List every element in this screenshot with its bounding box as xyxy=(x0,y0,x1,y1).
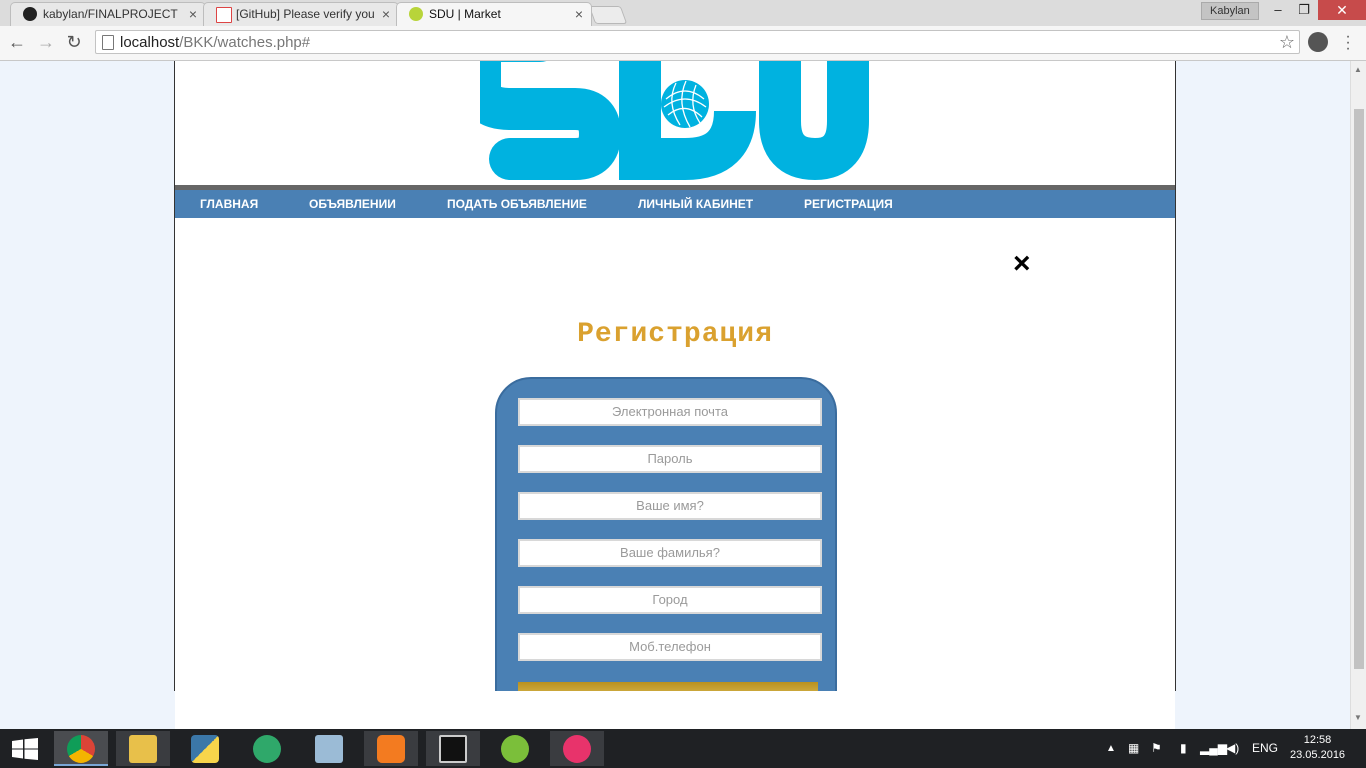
profile-button[interactable]: Kabylan xyxy=(1201,2,1259,20)
clock-time: 12:58 xyxy=(1303,734,1332,746)
browser-toolbar: ← → ↻ localhost/BKK/watches.php# ☆ · · · xyxy=(0,26,1366,61)
taskbar-terminal[interactable] xyxy=(426,731,480,766)
nav-post-ad[interactable]: ПОДАТЬ ОБЪЯВЛЕНИЕ xyxy=(447,190,587,218)
windows-start-icon[interactable] xyxy=(12,738,38,760)
android-studio-icon xyxy=(501,735,529,763)
file-explorer-icon xyxy=(129,735,157,763)
calculator-icon xyxy=(315,735,343,763)
tab-title: SDU | Market xyxy=(429,7,501,21)
tray-battery-icon[interactable]: ▮ xyxy=(1180,729,1187,768)
tab-title: kabylan/FINALPROJECT xyxy=(43,7,178,21)
nav-home[interactable]: ГЛАВНАЯ xyxy=(200,190,258,218)
page-viewport: ГЛАВНАЯ ОБЪЯВЛЕНИИ ПОДАТЬ ОБЪЯВЛЕНИЕ ЛИЧ… xyxy=(0,61,1350,729)
tray-flag-icon[interactable]: ⚑ xyxy=(1151,729,1162,768)
taskbar-explorer[interactable] xyxy=(116,731,170,766)
taskbar-flickr[interactable] xyxy=(550,731,604,766)
reload-icon[interactable]: ↻ xyxy=(63,31,85,53)
tab-github[interactable]: kabylan/FINALPROJECT × xyxy=(10,2,206,26)
scroll-thumb[interactable] xyxy=(1354,109,1364,669)
scroll-up-icon[interactable]: ▲ xyxy=(1354,65,1362,74)
url-text: localhost/BKK/watches.php# xyxy=(120,34,311,51)
menu-icon[interactable]: · · · xyxy=(1340,29,1356,57)
tab-sdu-market[interactable]: SDU | Market × xyxy=(396,2,592,26)
email-field[interactable]: Электронная почта xyxy=(518,398,822,426)
registration-title: Регистрация xyxy=(577,319,773,350)
tab-close-icon[interactable]: × xyxy=(382,3,390,25)
registration-form: Электронная почта Пароль Ваше имя? Ваше … xyxy=(495,377,837,729)
github-icon xyxy=(23,7,37,21)
tray-network-icon[interactable]: ▦ xyxy=(1128,729,1139,768)
nav-listings[interactable]: ОБЪЯВЛЕНИИ xyxy=(309,190,396,218)
page-container: ГЛАВНАЯ ОБЪЯВЛЕНИИ ПОДАТЬ ОБЪЯВЛЕНИЕ ЛИЧ… xyxy=(174,61,1176,729)
modal-close-icon[interactable]: × xyxy=(1013,248,1031,280)
page-icon xyxy=(102,35,114,50)
nav-account[interactable]: ЛИЧНЫЙ КАБИНЕТ xyxy=(638,190,753,218)
tray-volume-icon[interactable]: ◀) xyxy=(1226,729,1239,768)
xampp-icon xyxy=(377,735,405,763)
clock-date: 23.05.2016 xyxy=(1290,749,1346,761)
flickr-icon xyxy=(563,735,591,763)
sdu-logo xyxy=(480,61,869,181)
tab-close-icon[interactable]: × xyxy=(575,3,583,25)
taskbar-atom[interactable] xyxy=(240,731,294,766)
taskbar-android-studio[interactable] xyxy=(488,731,542,766)
forward-icon[interactable]: → xyxy=(35,31,57,53)
atom-icon xyxy=(253,735,281,763)
nav-register[interactable]: РЕГИСТРАЦИЯ xyxy=(804,190,893,218)
page-bottom xyxy=(175,691,1175,729)
chrome-icon xyxy=(67,735,95,763)
taskbar-clock[interactable]: 12:58 23.05.2016 xyxy=(1290,733,1345,763)
window-close-icon[interactable]: ✕ xyxy=(1318,0,1366,20)
extension-icon[interactable] xyxy=(1308,32,1328,52)
new-tab-button[interactable] xyxy=(588,6,628,24)
tab-gmail[interactable]: [GitHub] Please verify you × xyxy=(203,2,399,26)
main-nav: ГЛАВНАЯ ОБЪЯВЛЕНИИ ПОДАТЬ ОБЪЯВЛЕНИЕ ЛИЧ… xyxy=(175,185,1175,218)
back-icon[interactable]: ← xyxy=(6,31,28,53)
tennis-ball-icon xyxy=(409,7,423,21)
tray-arrow-icon[interactable]: ▲ xyxy=(1106,729,1116,768)
tray-signal-icon[interactable]: ▂▄▆ xyxy=(1200,729,1227,768)
tab-title: [GitHub] Please verify you xyxy=(236,7,375,21)
minimize-icon[interactable]: – xyxy=(1264,0,1292,20)
last-name-field[interactable]: Ваше фамилья? xyxy=(518,539,822,567)
terminal-icon xyxy=(439,735,467,763)
taskbar: ▲ ▦ ⚑ ▮ ▂▄▆ ◀) ENG 12:58 23.05.2016 xyxy=(0,729,1366,768)
gmail-icon xyxy=(216,7,232,23)
tab-close-icon[interactable]: × xyxy=(189,3,197,25)
address-bar[interactable]: localhost/BKK/watches.php# ☆ xyxy=(95,30,1300,54)
phone-field[interactable]: Моб.телефон xyxy=(518,633,822,661)
language-indicator[interactable]: ENG xyxy=(1252,729,1278,768)
taskbar-python[interactable] xyxy=(178,731,232,766)
python-icon xyxy=(191,735,219,763)
first-name-field[interactable]: Ваше имя? xyxy=(518,492,822,520)
password-field[interactable]: Пароль xyxy=(518,445,822,473)
taskbar-xampp[interactable] xyxy=(364,731,418,766)
page-scrollbar[interactable]: ▲ ▼ xyxy=(1350,61,1366,729)
restore-icon[interactable]: ❐ xyxy=(1290,0,1318,20)
taskbar-chrome[interactable] xyxy=(54,731,108,766)
tab-strip: kabylan/FINALPROJECT × [GitHub] Please v… xyxy=(0,0,1366,26)
city-field[interactable]: Город xyxy=(518,586,822,614)
taskbar-calculator[interactable] xyxy=(302,731,356,766)
scroll-down-icon[interactable]: ▼ xyxy=(1354,713,1362,722)
bookmark-star-icon[interactable]: ☆ xyxy=(1279,31,1295,53)
